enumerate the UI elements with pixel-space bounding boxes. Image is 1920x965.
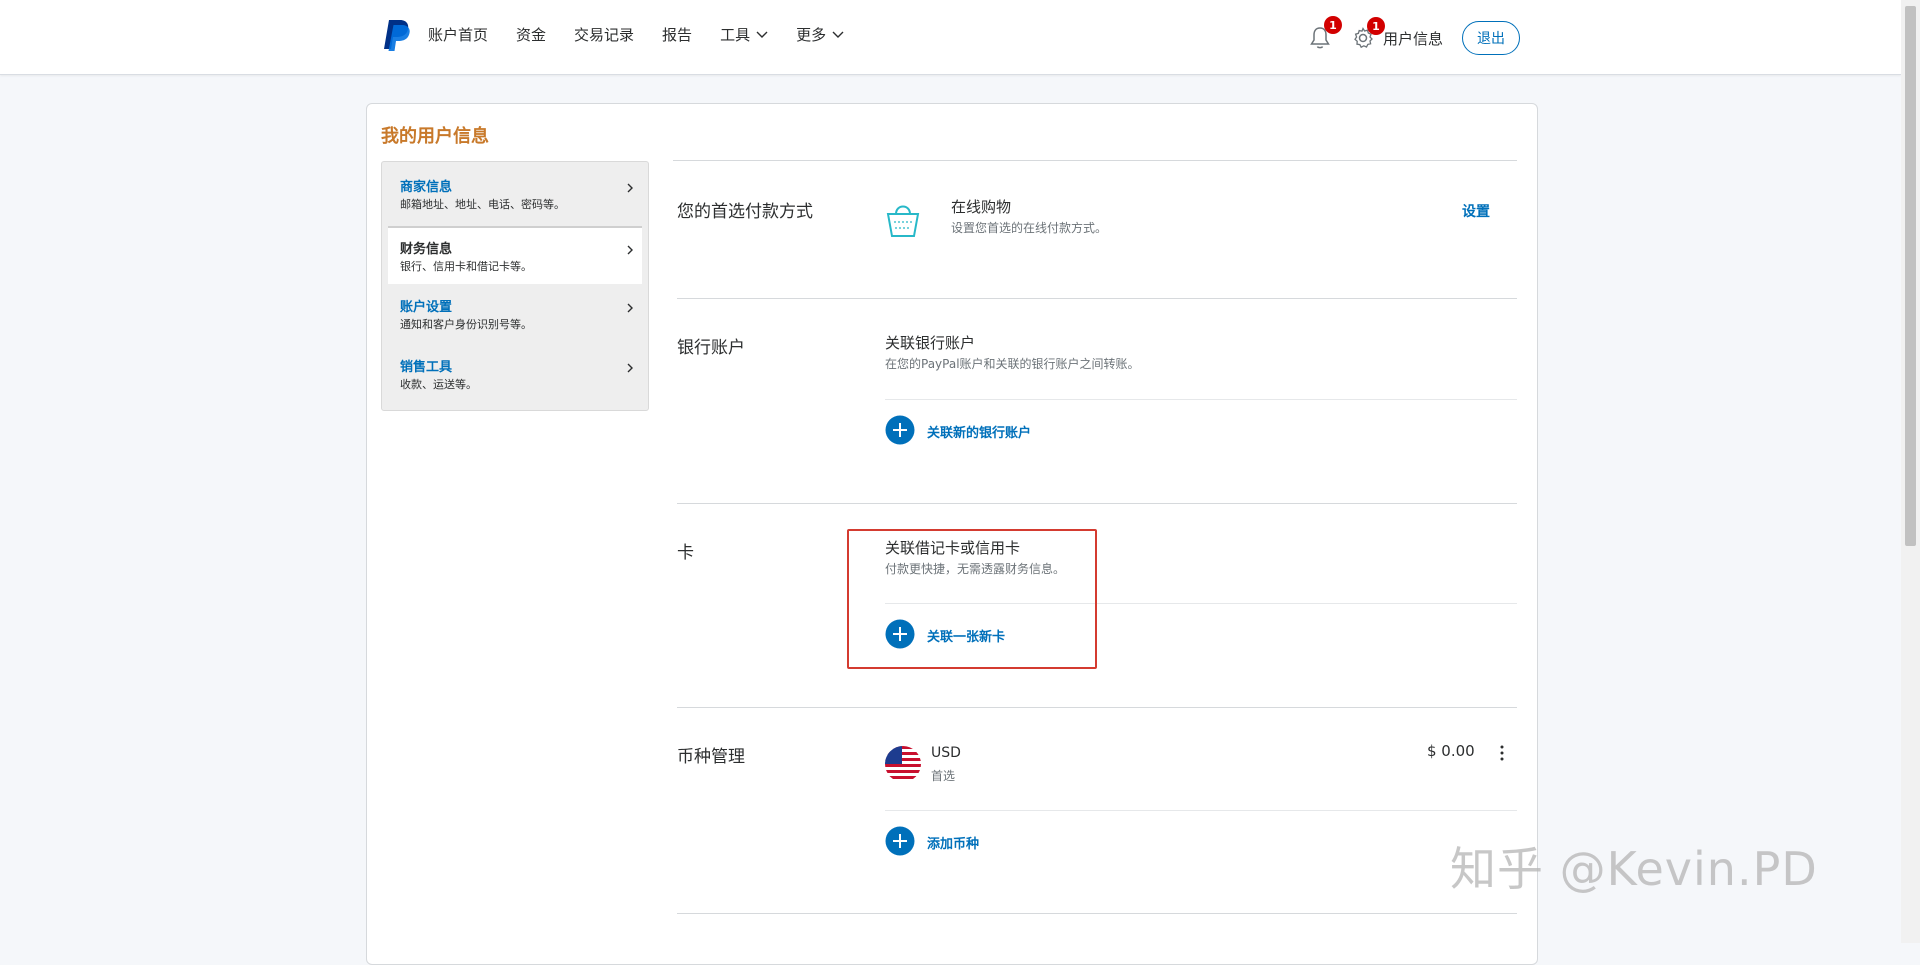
logout-button[interactable]: 退出 <box>1462 21 1520 55</box>
sidebar-item-desc: 收款、运送等。 <box>400 378 477 391</box>
link-card-desc: 付款更快捷，无需透露财务信息。 <box>885 562 1066 576</box>
page-title: 我的用户信息 <box>381 126 489 147</box>
nav-label: 资金 <box>516 26 547 44</box>
row-divider <box>885 603 1517 604</box>
add-currency-link[interactable]: 添加币种 <box>927 833 979 852</box>
nav-account-home[interactable]: 账户首页 <box>428 24 488 45</box>
cards-label: 卡 <box>677 543 694 563</box>
nav-funds[interactable]: 资金 <box>516 24 546 45</box>
sidebar-item-account-settings[interactable]: 账户设置 通知和客户身份识别号等。 <box>388 286 642 342</box>
link-bank-title: 关联银行账户 <box>885 334 976 352</box>
online-shopping-desc: 设置您首选的在线付款方式。 <box>951 221 1108 235</box>
more-options-icon[interactable] <box>1498 744 1506 762</box>
nav-tools[interactable]: 工具 <box>720 24 768 45</box>
online-shopping-title: 在线购物 <box>951 198 1012 216</box>
watermark-text: 知乎 @Kevin.PD <box>1450 842 1818 896</box>
nav-reports[interactable]: 报告 <box>662 24 692 45</box>
preferred-payment-label: 您的首选付款方式 <box>677 202 813 222</box>
bank-accounts-label: 银行账户 <box>677 338 745 358</box>
chevron-down-icon <box>756 31 768 38</box>
sidebar-item-business-info[interactable]: 商家信息 邮箱地址、地址、电话、密码等。 <box>388 166 642 222</box>
shopping-basket-icon <box>886 205 920 237</box>
sidebar-item-title: 账户设置 <box>400 300 453 315</box>
add-bank-link[interactable]: 关联新的银行账户 <box>927 422 1031 441</box>
section-divider <box>673 160 1517 161</box>
chevron-right-icon <box>627 245 633 255</box>
sidebar-item-title: 商家信息 <box>400 180 453 195</box>
currency-preferred-tag: 首选 <box>931 769 956 783</box>
section-divider <box>677 913 1517 914</box>
user-info-link[interactable]: 用户信息 <box>1383 28 1443 49</box>
nav-label: 更多 <box>796 26 827 44</box>
row-divider <box>885 399 1517 400</box>
section-divider <box>677 503 1517 504</box>
sidebar-item-title: 销售工具 <box>400 360 453 375</box>
add-bank-plus-icon[interactable] <box>885 415 915 445</box>
add-currency-plus-icon[interactable] <box>885 826 915 856</box>
us-flag-icon <box>885 746 921 782</box>
sidebar-item-desc: 通知和客户身份识别号等。 <box>400 318 532 331</box>
currency-code: USD <box>931 745 961 761</box>
sidebar-item-sales-tools[interactable]: 销售工具 收款、运送等。 <box>388 346 642 402</box>
paypal-logo-icon[interactable] <box>381 18 411 52</box>
chevron-right-icon <box>627 183 633 193</box>
sidebar-item-desc: 银行、信用卡和借记卡等。 <box>400 260 532 273</box>
scrollbar-thumb[interactable] <box>1905 6 1916 546</box>
row-divider <box>885 810 1517 811</box>
link-card-title: 关联借记卡或信用卡 <box>885 539 1021 557</box>
add-card-plus-icon[interactable] <box>885 619 915 649</box>
chevron-right-icon <box>627 363 633 373</box>
settings-button[interactable]: 1 <box>1351 17 1385 50</box>
notifications-button[interactable]: 1 <box>1308 16 1342 51</box>
currency-management-label: 币种管理 <box>677 747 745 767</box>
currency-balance: $ 0.00 <box>1427 742 1475 760</box>
add-card-link[interactable]: 关联一张新卡 <box>927 626 1005 645</box>
notification-badge: 1 <box>1324 16 1342 34</box>
nav-label: 工具 <box>720 26 751 44</box>
settings-side-menu: 商家信息 邮箱地址、地址、电话、密码等。 财务信息 银行、信用卡和借记卡等。 账… <box>381 161 649 411</box>
section-divider <box>677 298 1517 299</box>
sidebar-item-financial-info[interactable]: 财务信息 银行、信用卡和借记卡等。 <box>388 226 642 284</box>
top-navigation-bar: 账户首页 资金 交易记录 报告 工具 更多 1 1 用户信息 退出 <box>0 0 1901 75</box>
profile-card: 我的用户信息 商家信息 邮箱地址、地址、电话、密码等。 财务信息 银行、信用卡和… <box>366 103 1538 965</box>
set-preferred-link[interactable]: 设置 <box>1462 201 1490 221</box>
nav-transactions[interactable]: 交易记录 <box>574 24 634 45</box>
sidebar-item-title: 财务信息 <box>400 242 453 257</box>
nav-label: 交易记录 <box>574 26 635 44</box>
sidebar-item-desc: 邮箱地址、地址、电话、密码等。 <box>400 198 565 211</box>
page-scrollbar[interactable] <box>1901 0 1920 943</box>
nav-label: 报告 <box>662 26 693 44</box>
link-bank-desc: 在您的PayPal账户和关联的银行账户之间转账。 <box>885 357 1140 371</box>
nav-label: 账户首页 <box>428 26 489 44</box>
chevron-right-icon <box>627 303 633 313</box>
main-nav: 账户首页 资金 交易记录 报告 工具 更多 <box>428 24 872 45</box>
chevron-down-icon <box>832 31 844 38</box>
section-divider <box>677 707 1517 708</box>
nav-more[interactable]: 更多 <box>796 24 844 45</box>
